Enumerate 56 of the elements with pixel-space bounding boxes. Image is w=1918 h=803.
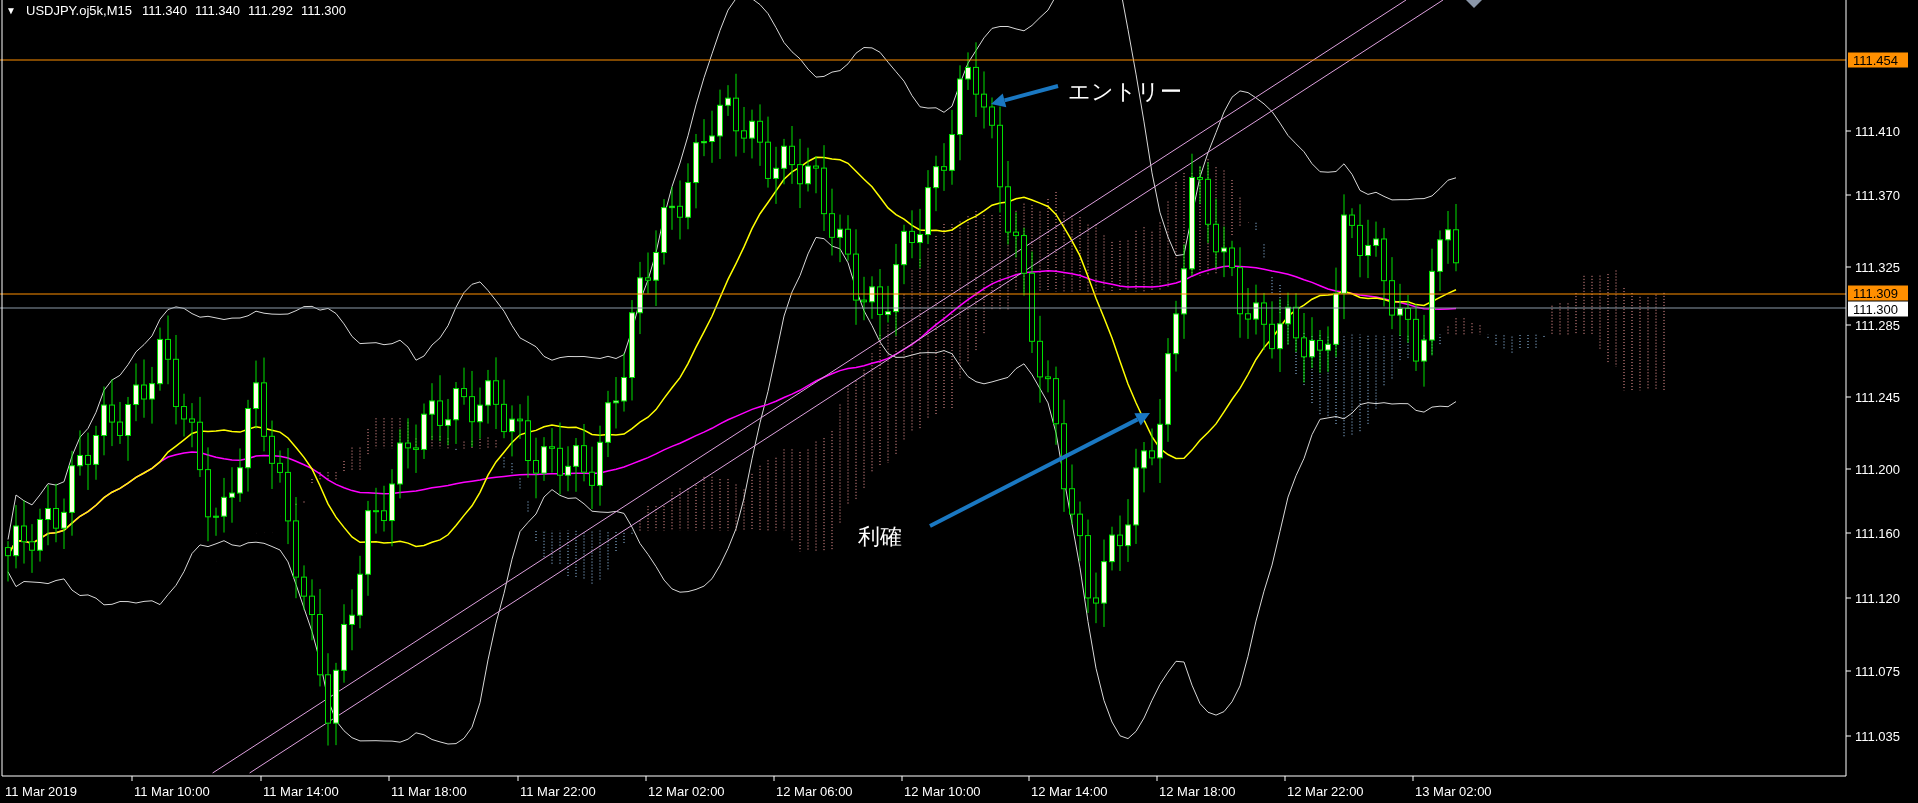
axis-tick bbox=[1845, 597, 1852, 599]
price-label: 111.160 bbox=[1855, 526, 1901, 541]
price-tag-label: 111.300 bbox=[1853, 302, 1899, 317]
axis-tick bbox=[388, 775, 390, 782]
diamond-marker-icon bbox=[1466, 0, 1482, 8]
time-label: 11 Mar 22:00 bbox=[520, 784, 596, 799]
axis-tick bbox=[1845, 396, 1852, 398]
axis-tick bbox=[645, 775, 647, 782]
time-label: 12 Mar 22:00 bbox=[1287, 784, 1364, 799]
time-label: 11 Mar 14:00 bbox=[263, 784, 339, 799]
price-label: 111.075 bbox=[1855, 664, 1901, 679]
axis-tick bbox=[1845, 532, 1852, 534]
price-label: 111.370 bbox=[1855, 188, 1901, 203]
time-label: 13 Mar 02:00 bbox=[1415, 784, 1492, 799]
pointer-arrow bbox=[991, 84, 1059, 108]
axis-tick bbox=[1845, 670, 1852, 672]
axis-tick bbox=[901, 775, 903, 782]
price-tag-label: 111.454 bbox=[1853, 53, 1899, 68]
price-label: 111.120 bbox=[1855, 591, 1901, 606]
price-label: 111.035 bbox=[1855, 729, 1901, 744]
annotation-label: 利確 bbox=[858, 524, 902, 549]
axis-tick bbox=[131, 775, 133, 782]
axis-tick bbox=[517, 775, 519, 782]
price-tag-label: 111.309 bbox=[1853, 286, 1899, 301]
axis-tick bbox=[1845, 324, 1852, 326]
price-label: 111.325 bbox=[1855, 260, 1901, 275]
quote-value: 111.340 bbox=[195, 3, 241, 18]
time-label: 11 Mar 10:00 bbox=[134, 784, 210, 799]
time-label: 11 Mar 18:00 bbox=[391, 784, 467, 799]
axis-tick bbox=[1845, 266, 1852, 268]
time-label: 12 Mar 02:00 bbox=[648, 784, 725, 799]
time-label: 12 Mar 14:00 bbox=[1031, 784, 1108, 799]
time-label: 11 Mar 2019 bbox=[5, 784, 78, 799]
quote-value: 111.300 bbox=[301, 3, 347, 18]
price-label: 111.200 bbox=[1855, 462, 1901, 477]
symbol-label: USDJPY.oj5k,M15 bbox=[26, 3, 132, 18]
axis-tick bbox=[773, 775, 775, 782]
axis-tick bbox=[1028, 775, 1030, 782]
price-label: 111.245 bbox=[1855, 390, 1901, 405]
axis-tick bbox=[1845, 735, 1852, 737]
axis-tick bbox=[1845, 194, 1852, 196]
time-label: 12 Mar 18:00 bbox=[1159, 784, 1236, 799]
quote-value: 111.340 bbox=[142, 3, 188, 18]
axis-tick bbox=[1412, 775, 1414, 782]
quote-value: 111.292 bbox=[248, 3, 294, 18]
axis-tick bbox=[1156, 775, 1158, 782]
time-label: 12 Mar 10:00 bbox=[904, 784, 981, 799]
price-label: 111.410 bbox=[1855, 124, 1901, 139]
axis-tick bbox=[1284, 775, 1286, 782]
time-label: 12 Mar 06:00 bbox=[776, 784, 853, 799]
price-label: 111.285 bbox=[1855, 318, 1901, 333]
axis-tick bbox=[260, 775, 262, 782]
collapse-toggle[interactable]: ▼ bbox=[6, 5, 16, 16]
axis-tick bbox=[1845, 468, 1852, 470]
axis-tick bbox=[1845, 130, 1852, 132]
annotation-label: エントリー bbox=[1068, 79, 1182, 104]
